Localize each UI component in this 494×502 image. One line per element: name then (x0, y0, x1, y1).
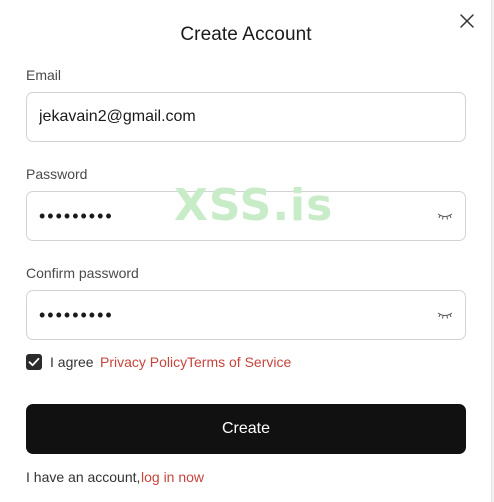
password-label: Password (26, 166, 88, 182)
create-button[interactable]: Create (26, 404, 466, 454)
dialog-title: Create Account (180, 24, 312, 45)
password-masked-value: ••••••••• (39, 206, 114, 226)
agree-label: I agree (50, 354, 94, 370)
email-label: Email (26, 67, 62, 83)
terms-of-service-link[interactable]: Terms of Service (187, 354, 291, 370)
confirm-password-visibility-toggle[interactable] (437, 308, 453, 320)
email-field-container (26, 92, 466, 142)
checkmark-icon (28, 357, 40, 367)
confirm-password-label: Confirm password (26, 265, 139, 281)
confirm-password-field[interactable]: ••••••••• (26, 290, 466, 340)
password-visibility-toggle[interactable] (437, 209, 453, 221)
login-link[interactable]: log in now (141, 469, 204, 485)
eye-closed-icon (437, 213, 453, 220)
have-account-text: I have an account, (26, 469, 141, 485)
create-account-dialog: Create Account Email Password ••••••••• … (0, 0, 492, 502)
eye-closed-icon (437, 312, 453, 319)
agree-checkbox[interactable] (26, 354, 42, 370)
password-field[interactable]: ••••••••• (26, 191, 466, 241)
email-field[interactable] (39, 93, 419, 141)
privacy-policy-link[interactable]: Privacy Policy (100, 354, 187, 370)
confirm-password-masked-value: ••••••••• (39, 305, 114, 325)
